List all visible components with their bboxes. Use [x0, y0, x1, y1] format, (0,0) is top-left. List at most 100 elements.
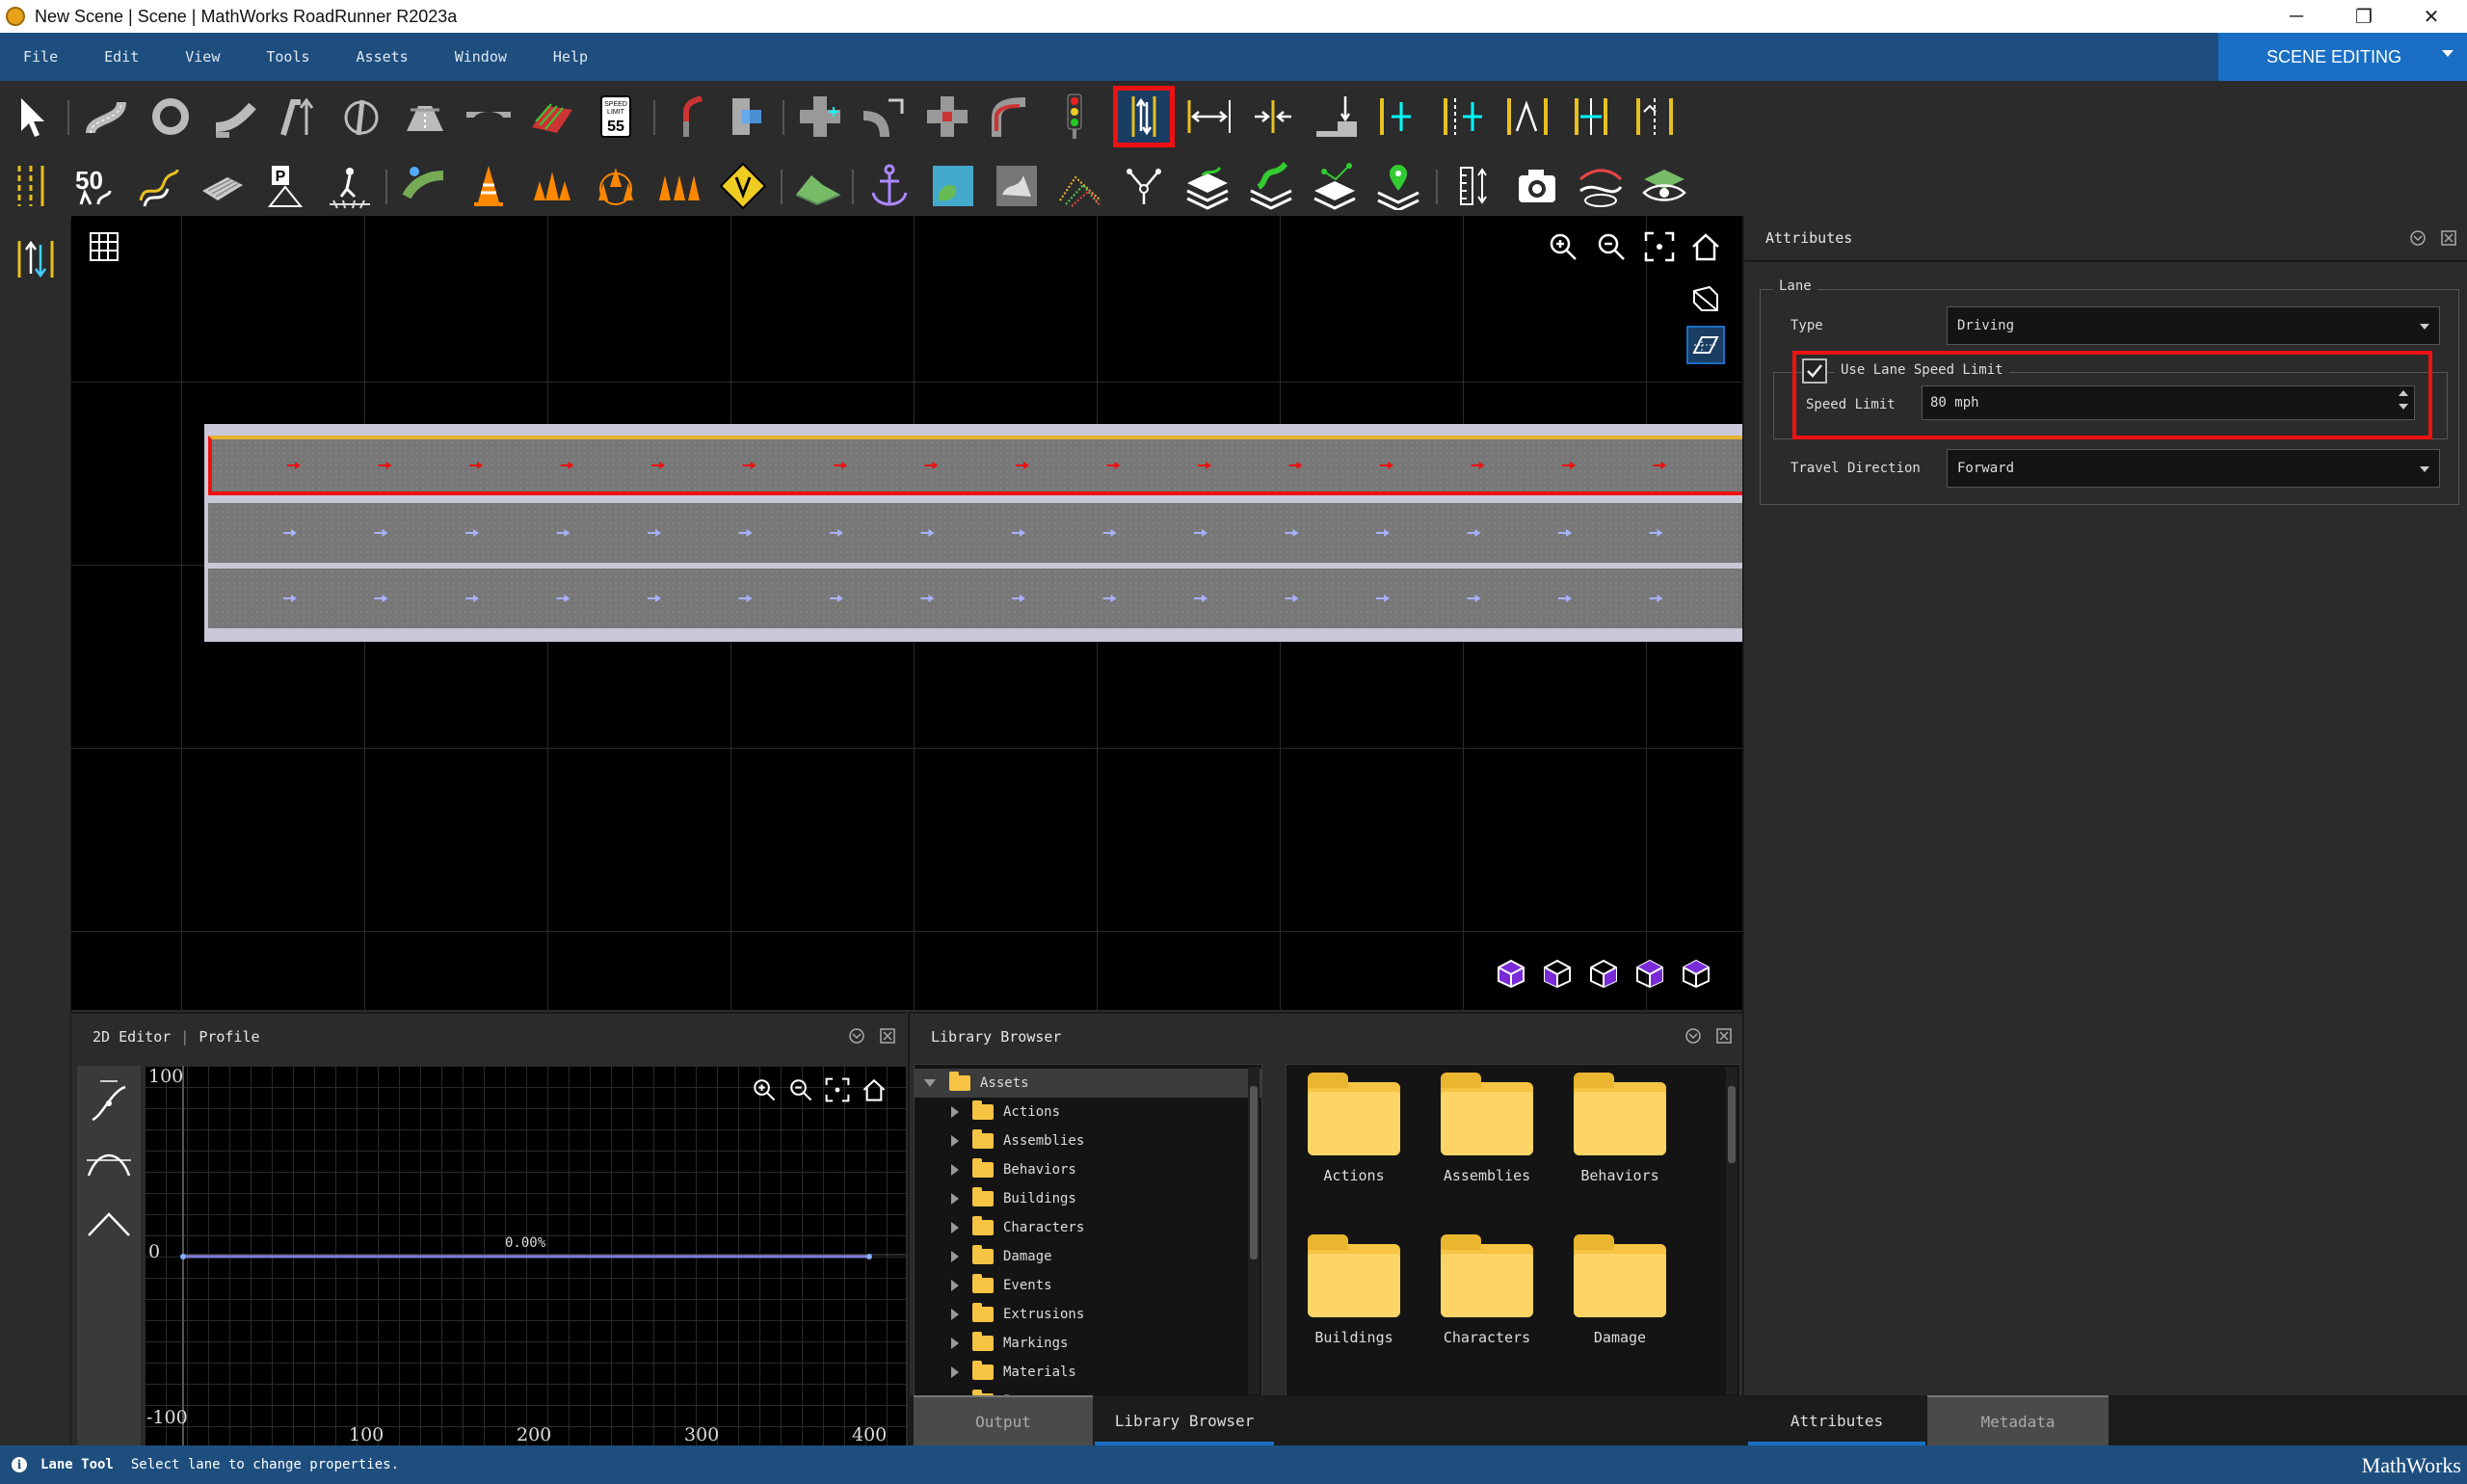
curve-marking-tool-button[interactable] — [133, 160, 185, 212]
layers-path-tool-button[interactable] — [1309, 160, 1361, 212]
elevation-tool-button[interactable] — [991, 160, 1043, 212]
lane[interactable] — [208, 503, 1742, 563]
surface-tool-button[interactable] — [399, 91, 451, 143]
prop-span-tool-button[interactable] — [653, 160, 705, 212]
asset-folder[interactable]: Behaviors — [1562, 1071, 1678, 1206]
lane-merge-tool-button[interactable] — [1629, 91, 1681, 143]
tab-output[interactable]: Output — [914, 1395, 1093, 1445]
panel-close-icon[interactable] — [2440, 229, 2457, 247]
grid-scrollbar[interactable] — [1726, 1067, 1738, 1394]
elevation-map-tool-button[interactable] — [526, 91, 578, 143]
roundabout-tool-button[interactable] — [145, 91, 197, 143]
panel-options-icon[interactable] — [1684, 1027, 1702, 1045]
visibility-tool-button[interactable] — [1638, 160, 1690, 212]
tree-scrollbar[interactable] — [1248, 1067, 1260, 1394]
chevron-right-icon[interactable] — [951, 1135, 959, 1147]
tree-item[interactable]: Behaviors — [915, 1155, 1261, 1184]
road-segment[interactable] — [204, 424, 1742, 642]
prop-polygon-tool-button[interactable] — [526, 160, 578, 212]
travel-direction-dropdown[interactable]: Forward — [1947, 449, 2440, 488]
type-dropdown[interactable]: Driving — [1947, 306, 2440, 345]
signal-tool-button[interactable] — [1048, 91, 1101, 143]
chevron-right-icon[interactable] — [951, 1106, 959, 1118]
chevron-right-icon[interactable] — [951, 1309, 959, 1320]
corner-tool-button[interactable] — [208, 91, 260, 143]
tree-item[interactable]: Assemblies — [915, 1126, 1261, 1155]
close-button[interactable]: ✕ — [2398, 0, 2465, 33]
grade-tool-icon[interactable] — [83, 1077, 135, 1129]
tree-item[interactable]: Buildings — [915, 1184, 1261, 1213]
marking-point-tool-button[interactable]: 50 — [69, 160, 121, 212]
chevron-right-icon[interactable] — [951, 1251, 959, 1262]
grid-toggle-button[interactable] — [87, 229, 121, 264]
profile-plot[interactable]: 100 0 -100 100 200 300 400 0.00% — [145, 1066, 906, 1447]
panel-close-icon[interactable] — [1715, 1027, 1733, 1045]
chevron-right-icon[interactable] — [951, 1338, 959, 1349]
view-cube-front-button[interactable] — [1494, 956, 1528, 991]
anchor-tool-button[interactable] — [863, 160, 915, 212]
menu-view[interactable]: View — [162, 48, 243, 66]
layers-pin-tool-button[interactable] — [1372, 160, 1424, 212]
asset-folder[interactable]: Actions — [1296, 1071, 1412, 1206]
orthographic-view-button[interactable] — [1686, 326, 1725, 364]
chevron-down-icon[interactable] — [924, 1079, 936, 1087]
asset-folder[interactable]: Characters — [1429, 1232, 1545, 1367]
layers-road-tool-button[interactable] — [1245, 160, 1297, 212]
vertical-point-icon[interactable] — [83, 1197, 135, 1249]
turn-lane-tool-button[interactable] — [985, 91, 1037, 143]
prop-set-tool-button[interactable] — [590, 160, 642, 212]
prop-point-tool-button[interactable] — [463, 160, 515, 212]
zoom-in-button[interactable] — [1546, 229, 1580, 264]
home-icon[interactable] — [862, 1077, 887, 1102]
zoom-out-button[interactable] — [1594, 229, 1629, 264]
perspective-view-button[interactable] — [1688, 281, 1723, 316]
vertical-curve-crest-icon[interactable] — [83, 1137, 135, 1189]
frame-selection-icon[interactable] — [825, 1077, 850, 1102]
tree-item[interactable]: Damage — [915, 1242, 1261, 1271]
view-cube-top-button[interactable] — [1632, 956, 1667, 991]
chevron-right-icon[interactable] — [951, 1193, 959, 1205]
world-settings-tool-button[interactable] — [792, 160, 844, 212]
prop-curve-tool-button[interactable] — [399, 160, 451, 212]
bookmark-camera-button[interactable] — [1511, 160, 1563, 212]
tab-attributes[interactable]: Attributes — [1748, 1395, 1925, 1445]
zoom-in-icon[interactable] — [752, 1077, 777, 1102]
asset-folder[interactable]: Assemblies — [1429, 1071, 1545, 1206]
zoom-out-icon[interactable] — [788, 1077, 813, 1102]
point-cloud-tool-button[interactable] — [1054, 160, 1106, 212]
view-cube-right-button[interactable] — [1586, 956, 1621, 991]
crosswalk-tool-button[interactable] — [324, 160, 376, 212]
chevron-right-icon[interactable] — [951, 1164, 959, 1176]
scene-viewport[interactable] — [71, 216, 1742, 1010]
marking-tool-button[interactable] — [6, 160, 58, 212]
lane-marking-tool-button[interactable] — [1374, 91, 1426, 143]
junction-tool-button[interactable] — [719, 91, 771, 143]
menu-edit[interactable]: Edit — [81, 48, 162, 66]
tree-item[interactable]: Materials — [915, 1358, 1261, 1387]
frame-selection-button[interactable] — [1642, 229, 1677, 264]
surface-marking-tool-button[interactable] — [197, 160, 249, 212]
menu-file[interactable]: File — [0, 48, 81, 66]
asset-folder[interactable]: Buildings — [1296, 1232, 1412, 1367]
road-construction-tool-button[interactable] — [335, 91, 387, 143]
view-cube-back-button[interactable] — [1679, 956, 1713, 991]
asset-folder[interactable]: Damage — [1562, 1232, 1678, 1367]
signal-arm-tool-button[interactable] — [665, 91, 717, 143]
view-cube-left-button[interactable] — [1540, 956, 1575, 991]
corner-edit-tool-button[interactable] — [858, 91, 910, 143]
lane-tool-mode-button[interactable] — [10, 233, 62, 285]
road-plan-tool-button[interactable] — [81, 91, 133, 143]
tree-item[interactable]: Markings — [915, 1329, 1261, 1358]
intersection-tool-button[interactable] — [794, 91, 846, 143]
lane-spread-tool-button[interactable] — [1565, 91, 1617, 143]
chevron-right-icon[interactable] — [951, 1222, 959, 1233]
scenario-tool-button[interactable] — [717, 160, 769, 212]
scene-editing-mode-button[interactable]: SCENE EDITING — [2218, 33, 2467, 81]
restore-button[interactable]: ❐ — [2330, 0, 2398, 33]
layers-tool-button[interactable] — [1181, 160, 1234, 212]
panel-options-icon[interactable] — [848, 1027, 865, 1045]
chevron-right-icon[interactable] — [951, 1280, 959, 1291]
tree-item[interactable]: Events — [915, 1271, 1261, 1300]
scene-builder-tool-button[interactable] — [1575, 160, 1627, 212]
menu-tools[interactable]: Tools — [243, 48, 332, 66]
